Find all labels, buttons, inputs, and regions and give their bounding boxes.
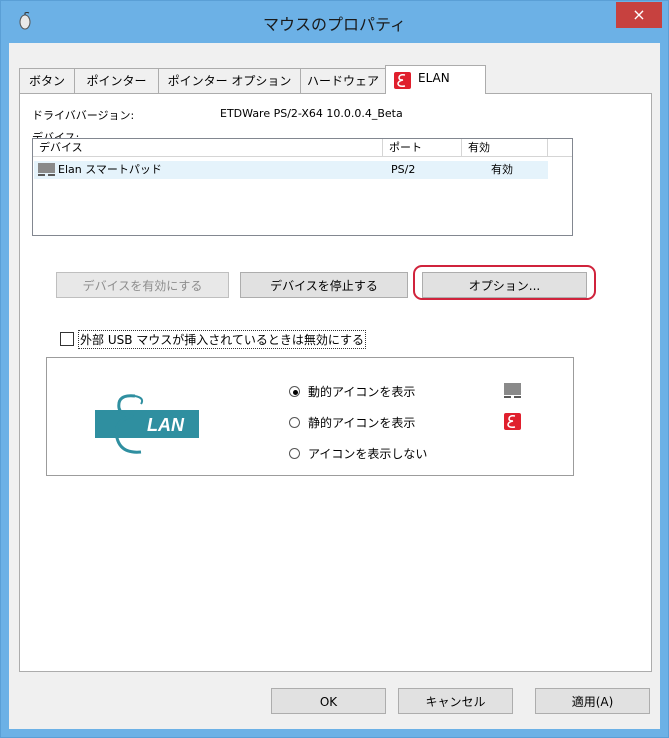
column-enabled[interactable]: 有効 bbox=[462, 139, 548, 156]
cancel-button[interactable]: キャンセル bbox=[398, 688, 513, 714]
device-enabled: 有効 bbox=[491, 163, 513, 176]
column-device[interactable]: デバイス bbox=[33, 139, 383, 156]
elan-tab-icon bbox=[394, 72, 411, 89]
stop-device-button[interactable]: デバイスを停止する bbox=[240, 272, 408, 298]
radio-dynamic-label: 動的アイコンを表示 bbox=[308, 385, 416, 399]
tab-pointers[interactable]: ポインター bbox=[74, 68, 159, 93]
tab-elan-label: ELAN bbox=[418, 71, 450, 85]
device-list[interactable]: デバイス ポート 有効 Elan スマートパッド PS/2 有効 bbox=[32, 138, 573, 236]
window-title: マウスのプロパティ bbox=[262, 15, 407, 34]
driver-version-label: ドライババージョン: bbox=[32, 109, 135, 122]
mouse-properties-window: マウスのプロパティ × ボタン ポインター ポインター オプション ハードウェア… bbox=[0, 0, 669, 738]
device-list-header: デバイス ポート 有効 bbox=[33, 139, 572, 157]
enable-device-button[interactable]: デバイスを有効にする bbox=[56, 272, 229, 298]
disable-usb-label[interactable]: 外部 USB マウスが挿入されているときは無効にする bbox=[78, 330, 367, 349]
options-highlight bbox=[413, 265, 596, 300]
close-icon: × bbox=[632, 5, 646, 24]
radio-static-label: 静的アイコンを表示 bbox=[308, 416, 416, 430]
elan-logo-text: LAN bbox=[147, 415, 185, 435]
column-port[interactable]: ポート bbox=[383, 139, 462, 156]
ok-button[interactable]: OK bbox=[271, 688, 386, 714]
device-port: PS/2 bbox=[391, 163, 416, 176]
title-bar[interactable]: マウスのプロパティ × bbox=[1, 1, 668, 43]
device-row[interactable]: Elan スマートパッド PS/2 有効 bbox=[34, 161, 548, 179]
radio-hide-icon[interactable] bbox=[289, 448, 300, 459]
tab-elan[interactable]: ELAN bbox=[385, 65, 486, 94]
radio-selected-dot bbox=[293, 390, 298, 395]
radio-dynamic-icon[interactable] bbox=[289, 386, 300, 397]
close-button[interactable]: × bbox=[616, 2, 662, 28]
tab-pointer-options[interactable]: ポインター オプション bbox=[158, 68, 301, 93]
dialog-body: ボタン ポインター ポインター オプション ハードウェア ELAN ドライババー… bbox=[9, 43, 660, 729]
tab-hardware[interactable]: ハードウェア bbox=[300, 68, 386, 93]
device-name: Elan スマートパッド bbox=[58, 163, 162, 176]
apply-button[interactable]: 適用(A) bbox=[535, 688, 650, 714]
tab-buttons[interactable]: ボタン bbox=[19, 68, 75, 93]
disable-usb-checkbox[interactable] bbox=[60, 332, 74, 346]
radio-static-icon[interactable] bbox=[289, 417, 300, 428]
elan-logo: LAN bbox=[95, 392, 199, 459]
touchpad-icon bbox=[38, 163, 55, 176]
dynamic-touchpad-icon bbox=[504, 383, 521, 398]
static-elan-icon bbox=[504, 413, 521, 430]
driver-version-value: ETDWare PS/2-X64 10.0.0.4_Beta bbox=[220, 107, 403, 120]
radio-hide-label: アイコンを表示しない bbox=[308, 447, 428, 461]
